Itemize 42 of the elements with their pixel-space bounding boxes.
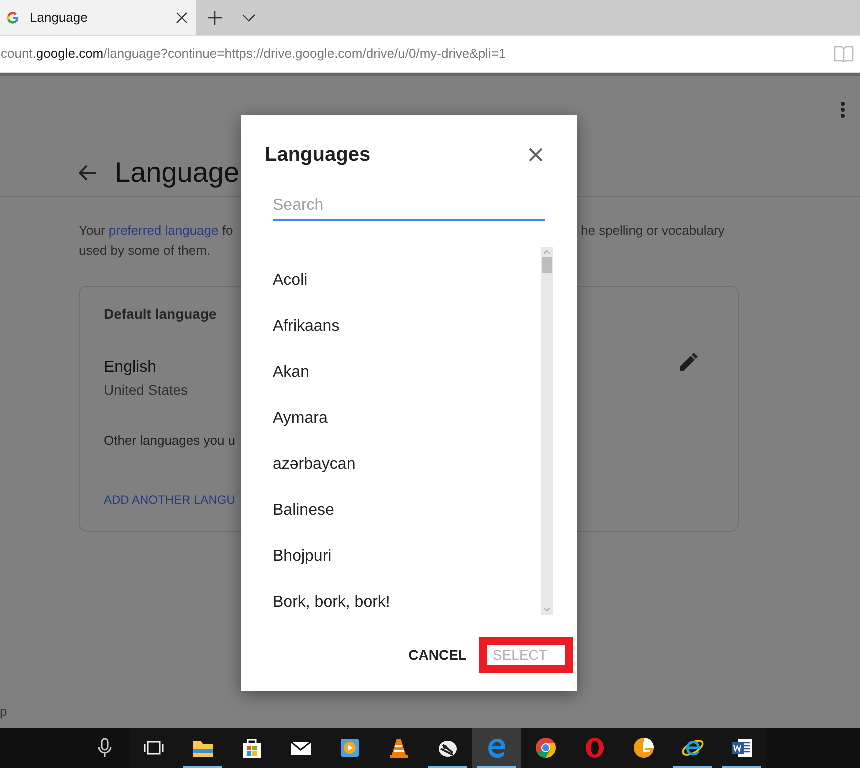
section-heading: Default language	[104, 305, 218, 324]
pie-circle-icon	[632, 736, 656, 760]
taskbar-button[interactable]	[129, 728, 178, 768]
scrollbar[interactable]	[541, 247, 553, 615]
page-title: Language	[115, 158, 240, 186]
search-field[interactable]: Search	[273, 193, 545, 221]
scrollbar-thumb[interactable]	[542, 257, 552, 273]
close-icon[interactable]	[529, 148, 543, 162]
footer-text: p	[0, 703, 8, 721]
address-domain: google.com	[36, 46, 104, 62]
dialog-title: Languages	[265, 143, 371, 168]
back-arrow-icon[interactable]	[79, 164, 97, 180]
document-w-icon	[730, 736, 754, 760]
chevron-down-icon[interactable]	[242, 14, 256, 22]
intro-text: Your preferred language fo	[79, 222, 234, 240]
language-option[interactable]: azərbaycan	[273, 453, 541, 499]
intro-text: he spelling or vocabulary	[581, 222, 725, 240]
taskbar-button[interactable]	[717, 728, 766, 768]
language-option[interactable]: Balinese	[273, 499, 541, 545]
intro-text: used by some of them.	[79, 242, 212, 260]
section-heading: Other languages you u	[104, 432, 237, 450]
language-option[interactable]: Afrikaans	[273, 315, 541, 361]
edit-pencil-icon[interactable]	[680, 352, 699, 371]
cancel-button[interactable]: CANCEL	[406, 637, 469, 673]
browser-tab[interactable]: Language	[0, 0, 196, 35]
close-icon[interactable]	[176, 12, 188, 24]
google-logo-icon	[6, 10, 20, 24]
language-option[interactable]: Bork, bork, bork!	[273, 591, 541, 615]
address-path: /language?continue=https://drive.google.com/drive/u/0/my-drive&pli=1	[104, 46, 506, 62]
more-menu-icon[interactable]	[841, 102, 845, 118]
chrome-icon	[534, 736, 558, 760]
language-option[interactable]: Bhojpuri	[273, 545, 541, 591]
new-tab-icon[interactable]	[208, 10, 222, 24]
taskbar-button[interactable]	[423, 728, 472, 768]
language-region: United States	[104, 381, 188, 400]
language-option[interactable]: Aymara	[273, 407, 541, 453]
language-name: English	[104, 358, 158, 378]
language-option[interactable]: Acoli	[273, 269, 541, 315]
address-prefix: count.	[1, 46, 36, 62]
language-option[interactable]: Akan	[273, 361, 541, 407]
tab-title: Language	[30, 8, 89, 27]
taskbar-button[interactable]	[521, 728, 570, 768]
